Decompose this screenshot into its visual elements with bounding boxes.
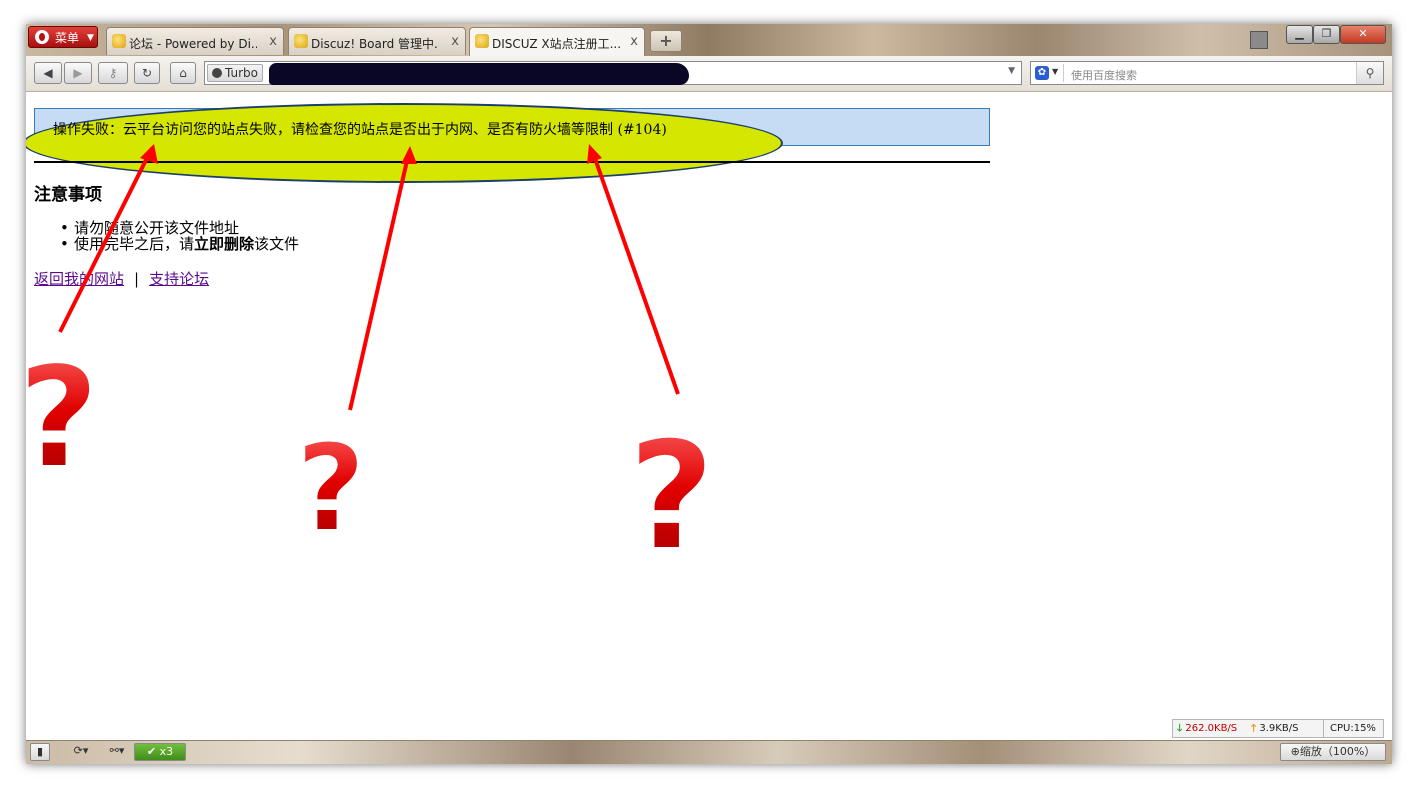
tab-title: 论坛 - Powered by Di...: [129, 37, 257, 51]
list-item: 使用完毕之后，请立即删除该文件: [60, 236, 299, 252]
arrow-up-icon: 🡑: [1251, 723, 1257, 734]
notice-emphasis: 立即删除: [194, 235, 255, 253]
minimize-button[interactable]: ▁: [1286, 25, 1313, 44]
opera-logo-icon: [35, 30, 49, 44]
question-marks: ? ? ?: [26, 336, 716, 585]
reload-icon: ↻: [141, 66, 153, 80]
close-tab-icon[interactable]: x: [630, 34, 638, 49]
annotation-overlay: ? ? ?: [26, 144, 716, 585]
tab-register-tool[interactable]: DISCUZ X站点注册工... x: [469, 27, 645, 56]
chevron-down-icon: ▼: [1052, 67, 1059, 76]
question-mark-icon: ?: [26, 337, 99, 500]
notice-text: 该文件: [254, 235, 300, 253]
zoom-icon: ⊕: [1290, 745, 1300, 758]
check-icon: ✔: [146, 745, 157, 758]
zoom-label: 缩放（100%）: [1299, 745, 1376, 758]
tab-title: Discuz! Board 管理中...: [311, 37, 439, 51]
search-icon[interactable]: ⚲: [1356, 62, 1383, 84]
notice-text: 使用完毕之后，请: [74, 235, 195, 253]
turbo-button[interactable]: Turbo: [207, 64, 264, 82]
download-speed: 🡓 262.0KB/S: [1177, 720, 1237, 737]
chevron-down-icon: ▼: [87, 33, 94, 43]
tab-forum[interactable]: 论坛 - Powered by Di... x: [106, 27, 284, 55]
support-forum-link[interactable]: 支持论坛: [149, 270, 209, 288]
tab-tray-icon[interactable]: [1250, 31, 1268, 49]
list-item: 请勿随意公开该文件地址: [60, 220, 299, 236]
divider: [34, 161, 990, 163]
menu-label: 菜单: [55, 31, 80, 45]
arrow: [348, 151, 411, 411]
chevron-down-icon[interactable]: ▼: [1008, 66, 1015, 76]
error-message: 操作失败：云平台访问您的站点失败，请检查您的站点是否出于内网、是否有防火墙等限制…: [53, 122, 667, 138]
notice-title: 注意事项: [34, 185, 102, 205]
navigation-bar: ◀ ▶ ⚷ ↻ ⌂ Turbo ▼ ✿ ▼ 使用百度搜索 ⚲: [26, 56, 1392, 92]
error-message-box: 操作失败：云平台访问您的站点失败，请检查您的站点是否出于内网、是否有防火墙等限制…: [26, 103, 990, 183]
notice-list: 请勿随意公开该文件地址 使用完毕之后，请立即删除该文件: [60, 220, 299, 252]
network-monitor: 🡓 262.0KB/S 🡑 3.9KB/S CPU:15%: [1172, 719, 1384, 738]
wand-button[interactable]: ⚷: [98, 62, 128, 84]
footer-links: 返回我的网站 | 支持论坛: [34, 268, 209, 289]
close-tab-icon[interactable]: x: [269, 34, 277, 49]
download-value: 262.0KB/S: [1185, 723, 1238, 734]
tab-bar: 菜单 ▼ 论坛 - Powered by Di... x Discuz! Boa…: [26, 24, 1392, 56]
discuz-favicon-icon: [294, 34, 308, 48]
search-box[interactable]: ✿ ▼ 使用百度搜索 ⚲: [1030, 61, 1384, 85]
key-icon: ⚷: [108, 66, 118, 80]
question-mark-icon: ?: [296, 420, 366, 559]
back-to-site-link[interactable]: 返回我的网站: [34, 270, 124, 288]
question-mark-icon: ?: [628, 410, 715, 584]
opera-menu-button[interactable]: 菜单 ▼: [28, 26, 98, 48]
zoom-button[interactable]: ⊕缩放（100%）: [1280, 743, 1386, 761]
reload-button[interactable]: ↻: [134, 62, 160, 84]
back-button[interactable]: ◀: [34, 62, 62, 84]
x3-label: x3: [159, 745, 174, 758]
network-icon: ⚯▾: [109, 744, 125, 757]
arrow-right-icon: ▶: [73, 66, 83, 80]
browser-window: 菜单 ▼ 论坛 - Powered by Di... x Discuz! Boa…: [26, 24, 1392, 764]
close-window-button[interactable]: ✕: [1340, 25, 1386, 44]
new-tab-button[interactable]: +: [650, 30, 682, 52]
tab-title: DISCUZ X站点注册工...: [492, 37, 620, 51]
panel-icon: ▮: [36, 745, 44, 758]
upload-value: 3.9KB/S: [1259, 723, 1299, 734]
close-tab-icon[interactable]: x: [451, 34, 459, 49]
status-bar: ▮ ⟳▾ ⚯▾ ✔ x3 ⊕缩放（100%）: [26, 740, 1392, 764]
search-placeholder: 使用百度搜索: [1071, 69, 1137, 82]
turbo-label: Turbo: [225, 66, 259, 80]
forward-button[interactable]: ▶: [64, 62, 92, 84]
baidu-paw-icon: ✿: [1035, 66, 1049, 80]
arrow-down-icon: 🡓: [1177, 723, 1183, 734]
tab-admin[interactable]: Discuz! Board 管理中... x: [288, 27, 466, 55]
search-engine-selector[interactable]: ✿ ▼: [1033, 64, 1064, 82]
arrow-left-icon: ◀: [43, 66, 53, 80]
home-icon: ⌂: [179, 66, 187, 80]
window-controls: ▁ ❐ ✕: [1286, 25, 1386, 44]
extension-x3-button[interactable]: ✔ x3: [134, 743, 186, 761]
sync-button[interactable]: ⟳▾: [66, 743, 96, 761]
upload-speed: 🡑 3.9KB/S: [1251, 720, 1298, 737]
turbo-icon: [212, 68, 222, 78]
sync-icon: ⟳▾: [73, 744, 89, 757]
panel-toggle-button[interactable]: ▮: [30, 743, 50, 761]
link-separator: |: [134, 270, 140, 288]
discuz-favicon-icon: [112, 34, 126, 48]
discuz-favicon-icon: [475, 34, 489, 48]
cpu-usage: CPU:15%: [1323, 720, 1376, 737]
redacted-url: [269, 63, 689, 85]
restore-button[interactable]: ❐: [1313, 25, 1340, 44]
page-content: 操作失败：云平台访问您的站点失败，请检查您的站点是否出于内网、是否有防火墙等限制…: [26, 92, 1392, 738]
home-button[interactable]: ⌂: [170, 62, 196, 84]
address-bar[interactable]: Turbo ▼: [204, 61, 1022, 85]
arrow: [590, 149, 680, 395]
highlight-ellipse: [26, 103, 783, 183]
unite-button[interactable]: ⚯▾: [104, 743, 130, 761]
